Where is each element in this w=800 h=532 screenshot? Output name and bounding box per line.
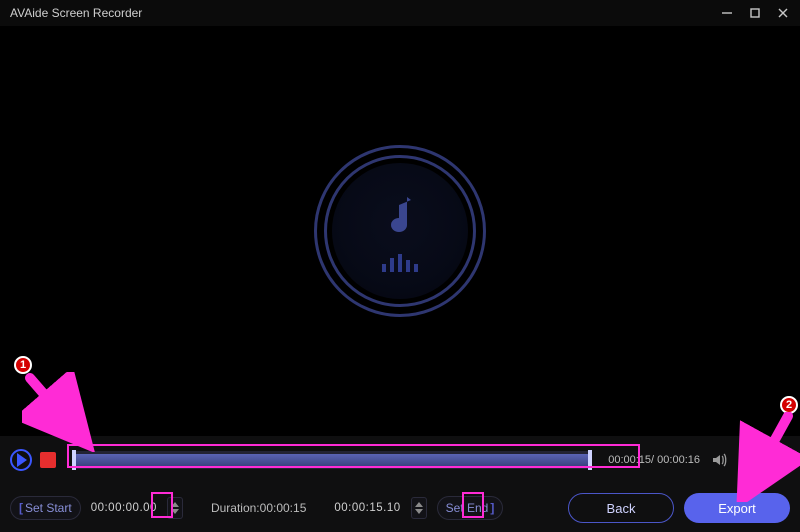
set-start-button[interactable]: [ Set Start bbox=[10, 496, 81, 520]
export-button[interactable]: Export bbox=[684, 493, 790, 523]
trim-handle-end[interactable] bbox=[588, 450, 592, 470]
bracket-left-icon: [ bbox=[19, 501, 23, 515]
start-time-stepper[interactable] bbox=[167, 497, 183, 519]
set-start-label: Set Start bbox=[25, 501, 72, 515]
chevron-down-icon bbox=[415, 509, 423, 514]
timeline-slider[interactable] bbox=[72, 451, 592, 469]
maximize-icon[interactable] bbox=[748, 6, 762, 20]
volume-icon[interactable] bbox=[708, 449, 730, 471]
music-note-icon bbox=[377, 191, 423, 246]
duration-label: Duration:00:00:15 bbox=[211, 501, 306, 515]
title-bar: AVAide Screen Recorder bbox=[0, 0, 800, 26]
stop-button[interactable] bbox=[40, 452, 56, 468]
snapshot-icon[interactable] bbox=[738, 449, 760, 471]
bracket-right-icon: ] bbox=[490, 501, 494, 515]
trim-row: [ Set Start 00:00:00.00 Duration:00:00:1… bbox=[0, 484, 800, 532]
preview-area bbox=[0, 26, 800, 436]
fullscreen-icon[interactable] bbox=[768, 449, 790, 471]
equalizer-icon bbox=[382, 252, 418, 272]
total-time: 00:00:16 bbox=[657, 454, 700, 466]
play-button[interactable] bbox=[10, 449, 32, 471]
set-end-button[interactable]: Set End ] bbox=[437, 496, 504, 520]
back-button[interactable]: Back bbox=[568, 493, 674, 523]
chevron-up-icon bbox=[415, 502, 423, 507]
chevron-down-icon bbox=[171, 509, 179, 514]
window-controls bbox=[720, 6, 790, 20]
set-end-label: Set End bbox=[446, 501, 489, 515]
current-time: 00:00:15 bbox=[608, 454, 651, 466]
control-panel: 00:00:15/ 00:00:16 [ Set Start 00:00:00.… bbox=[0, 436, 800, 532]
end-time-stepper[interactable] bbox=[411, 497, 427, 519]
app-title: AVAide Screen Recorder bbox=[10, 6, 142, 20]
chevron-up-icon bbox=[171, 502, 179, 507]
playback-row: 00:00:15/ 00:00:16 bbox=[0, 436, 800, 484]
close-icon[interactable] bbox=[776, 6, 790, 20]
time-readout: 00:00:15/ 00:00:16 bbox=[608, 454, 700, 466]
timeline-fill bbox=[75, 454, 589, 466]
start-time-value[interactable]: 00:00:00.00 bbox=[91, 502, 157, 514]
end-time-value[interactable]: 00:00:15.10 bbox=[334, 502, 400, 514]
trim-handle-start[interactable] bbox=[72, 450, 76, 470]
minimize-icon[interactable] bbox=[720, 6, 734, 20]
audio-placeholder-graphic bbox=[314, 145, 486, 317]
